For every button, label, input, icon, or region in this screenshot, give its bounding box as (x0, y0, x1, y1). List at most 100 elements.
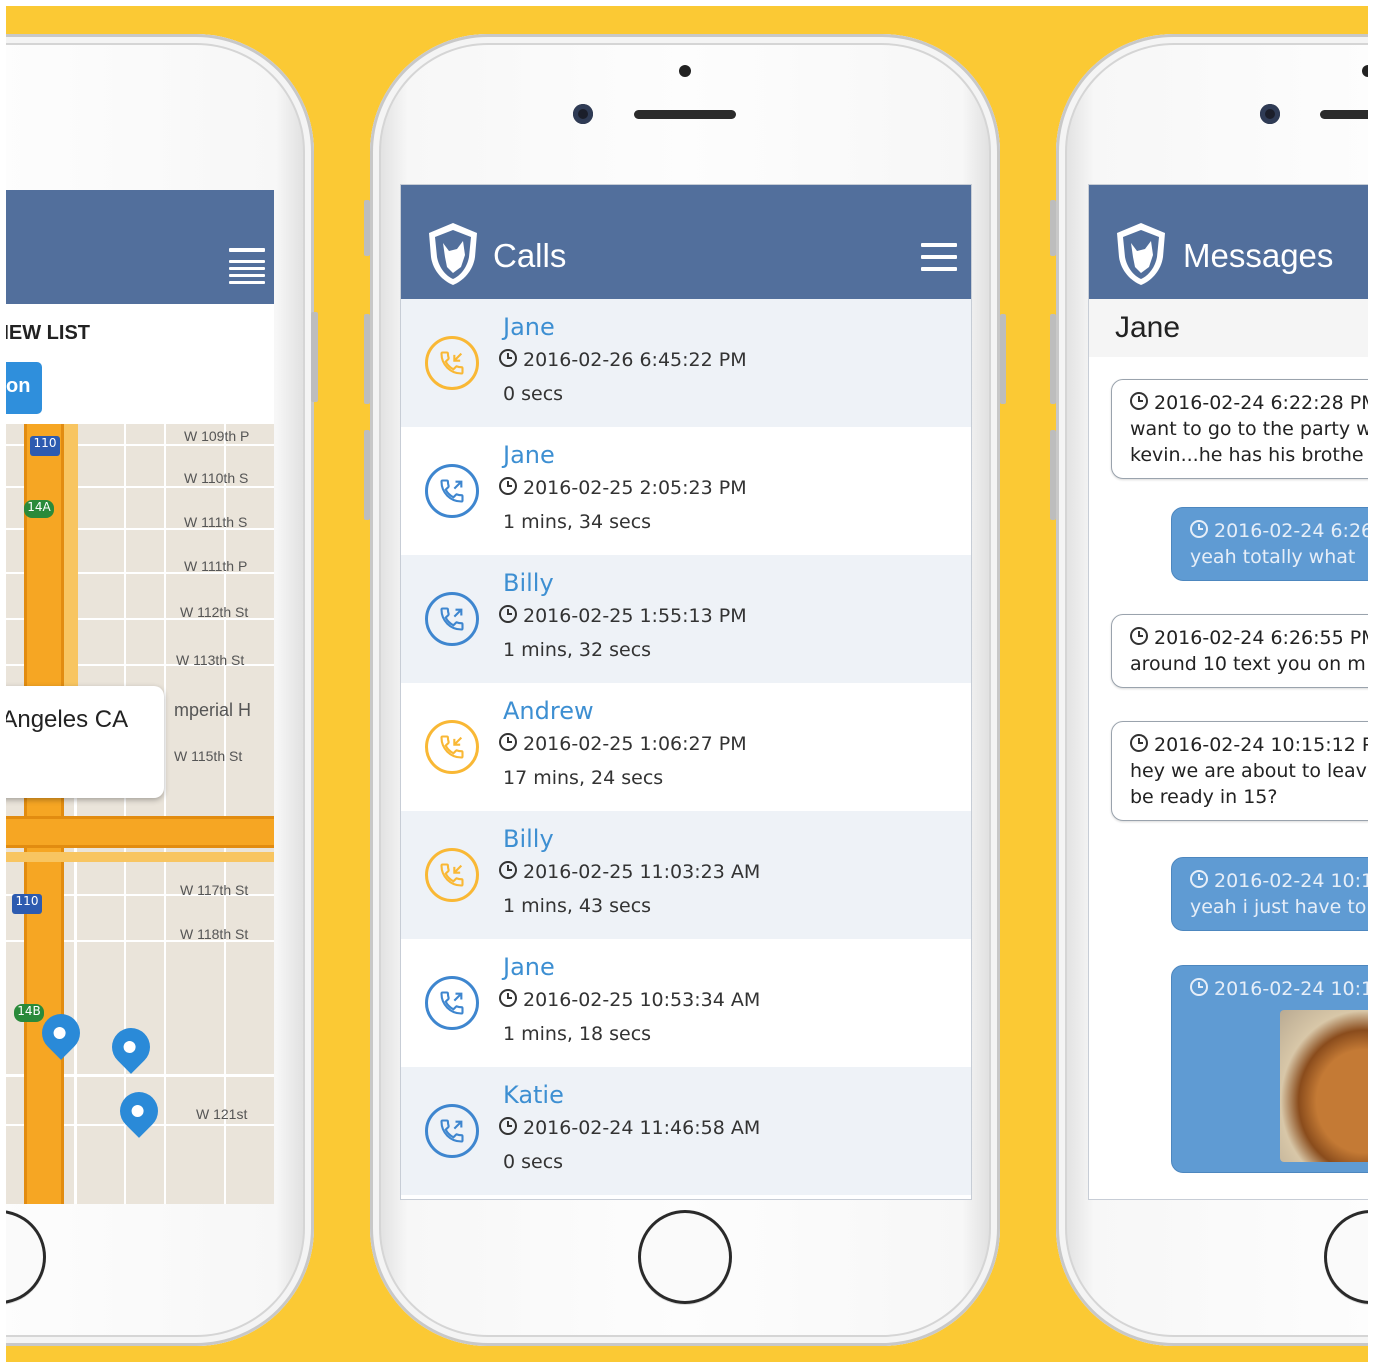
call-timestamp: 2016-02-24 11:46:58 AM (499, 1117, 760, 1139)
message-timestamp: 2016-02-24 10:18 (1190, 868, 1368, 894)
location-button-label: on (6, 375, 31, 397)
hamburger-icon[interactable] (229, 248, 265, 284)
message-text: kevin...he has his brothe (1130, 444, 1364, 466)
page-title: Calls (493, 237, 567, 274)
street-label: W 112th St (180, 604, 249, 620)
volume-button (311, 312, 318, 402)
app-header: Messages (1089, 185, 1368, 299)
volume-down-button (364, 430, 370, 520)
call-row[interactable]: Andrew 2016-02-25 1:06:27 PM 17 mins, 24 s… (401, 683, 971, 811)
call-row[interactable]: Billy 2016-02-25 1:55:13 PM 1 mins, 32 sec… (401, 555, 971, 683)
silent-switch (1050, 200, 1056, 256)
view-list-link[interactable]: VIEW LIST (6, 322, 90, 345)
home-button[interactable] (638, 1210, 732, 1304)
clock-icon (1130, 627, 1148, 645)
power-button (1000, 314, 1006, 404)
phone-center: Calls Jane 2016-02-26 6:45:22 PM 0 secs Jan… (364, 34, 1006, 1346)
outgoing-call-icon (425, 1104, 479, 1158)
messages-screen: Messages Jane 2016-02-24 6:22:28 PM want … (1088, 184, 1368, 1200)
outgoing-call-icon (425, 592, 479, 646)
call-duration: 1 mins, 43 secs (503, 895, 652, 917)
sent-message-bubble[interactable]: 2016-02-24 10:18 (1171, 965, 1368, 1173)
call-duration: 1 mins, 18 secs (503, 1023, 652, 1045)
highway-shield-14b: 14B (14, 1004, 44, 1022)
hamburger-icon[interactable] (921, 243, 957, 273)
proximity-sensor (679, 65, 691, 77)
received-message-bubble[interactable]: 2016-02-24 6:22:28 PM want to go to the p… (1111, 379, 1368, 479)
silent-switch (364, 200, 370, 256)
highway-shield-110: 110 (30, 436, 60, 456)
caller-name: Jane (503, 313, 555, 341)
call-timestamp: 2016-02-25 1:06:27 PM (499, 733, 747, 755)
earpiece-speaker (1320, 110, 1368, 119)
street-label: W 117th St (180, 882, 249, 898)
phone-left: VIEW LIST on (6, 34, 318, 1346)
calls-screen: Calls Jane 2016-02-26 6:45:22 PM 0 secs Jan… (400, 184, 972, 1200)
street-label: W 115th St (174, 748, 243, 764)
highway-shield-110b: 110 (12, 894, 42, 914)
clock-icon (1130, 392, 1148, 410)
street-label: W 109th P (184, 428, 250, 444)
received-message-bubble[interactable]: 2016-02-24 10:15:12 PM hey we are about t… (1111, 721, 1368, 821)
contact-bar: Jane (1089, 299, 1368, 357)
phone-right: Messages Jane 2016-02-24 6:22:28 PM want … (1050, 34, 1368, 1346)
map-pin[interactable] (104, 1020, 158, 1074)
home-button[interactable] (6, 1210, 46, 1304)
street-label: W 110th S (184, 470, 249, 486)
incoming-call-icon (425, 336, 479, 390)
page-title: Messages (1183, 237, 1334, 274)
volume-up-button (1050, 314, 1056, 404)
call-timestamp: 2016-02-25 2:05:23 PM (499, 477, 747, 499)
volume-down-button (1050, 430, 1056, 520)
caller-name: Andrew (503, 697, 594, 725)
map-pin[interactable] (112, 1084, 166, 1138)
call-row[interactable]: Jane 2016-02-26 6:45:22 PM 0 secs (401, 299, 971, 427)
location-popup[interactable]: s Angeles CA .M (6, 686, 164, 798)
street-label: mperial H (174, 700, 252, 720)
shield-wolf-icon (429, 223, 477, 285)
call-row[interactable]: Billy 2016-02-25 11:03:23 AM 1 mins, 43 se… (401, 811, 971, 939)
street-label: W 113th St (176, 652, 245, 668)
call-row[interactable]: Katie 2016-02-24 11:46:58 AM 0 secs (401, 1067, 971, 1195)
street-label: W 111th P (184, 558, 248, 574)
sent-message-bubble[interactable]: 2016-02-24 6:26 yeah totally what (1171, 507, 1368, 581)
map-view[interactable]: 110 14A 110 14B W 109th P W 110th S W 11… (6, 424, 274, 1204)
message-text: around 10 text you on m (1130, 653, 1366, 675)
cross-freeway (6, 816, 274, 848)
earpiece-speaker (634, 110, 736, 119)
harbor-freeway (24, 424, 64, 1204)
message-timestamp: 2016-02-24 10:15:12 PM (1130, 732, 1368, 758)
home-button[interactable] (1324, 1210, 1368, 1304)
front-camera-icon (1260, 104, 1280, 124)
incoming-call-icon (425, 848, 479, 902)
clock-icon (499, 477, 517, 495)
message-text: yeah i just have to (1190, 896, 1367, 918)
message-list: 2016-02-24 6:22:28 PM want to go to the p… (1089, 357, 1368, 1199)
street-label: W 118th St (180, 926, 249, 942)
background: VIEW LIST on (6, 6, 1368, 1362)
clock-icon (499, 349, 517, 367)
clock-icon (499, 861, 517, 879)
highway-shield-14a: 14A (24, 500, 54, 518)
caller-name: Jane (503, 441, 555, 469)
call-row[interactable]: Jane 2016-02-25 10:53:34 AM 1 mins, 18 sec… (401, 939, 971, 1067)
dog-photo-image[interactable] (1280, 1010, 1368, 1162)
call-duration: 1 mins, 32 secs (503, 639, 652, 661)
call-timestamp: 2016-02-25 10:53:34 AM (499, 989, 760, 1011)
message-text: be ready in 15? (1130, 786, 1278, 808)
outgoing-call-icon (425, 464, 479, 518)
call-timestamp: 2016-02-25 11:03:23 AM (499, 861, 760, 883)
received-message-bubble[interactable]: 2016-02-24 6:26:55 PM around 10 text you … (1111, 614, 1368, 688)
caller-name: Billy (503, 825, 554, 853)
call-row[interactable]: Jane 2016-02-25 2:05:23 PM 1 mins, 34 secs (401, 427, 971, 555)
call-duration: 0 secs (503, 383, 564, 405)
message-timestamp: 2016-02-24 10:18 (1190, 976, 1368, 1002)
outgoing-call-icon (425, 976, 479, 1030)
volume-up-button (364, 314, 370, 404)
contact-name: Jane (1115, 311, 1181, 344)
call-list: Jane 2016-02-26 6:45:22 PM 0 secs Jane 2016-… (401, 299, 971, 1199)
call-duration: 17 mins, 24 secs (503, 767, 664, 789)
clock-icon (499, 989, 517, 1007)
sent-message-bubble[interactable]: 2016-02-24 10:18yeah i just have to (1171, 857, 1368, 931)
location-button[interactable]: on (6, 362, 42, 414)
